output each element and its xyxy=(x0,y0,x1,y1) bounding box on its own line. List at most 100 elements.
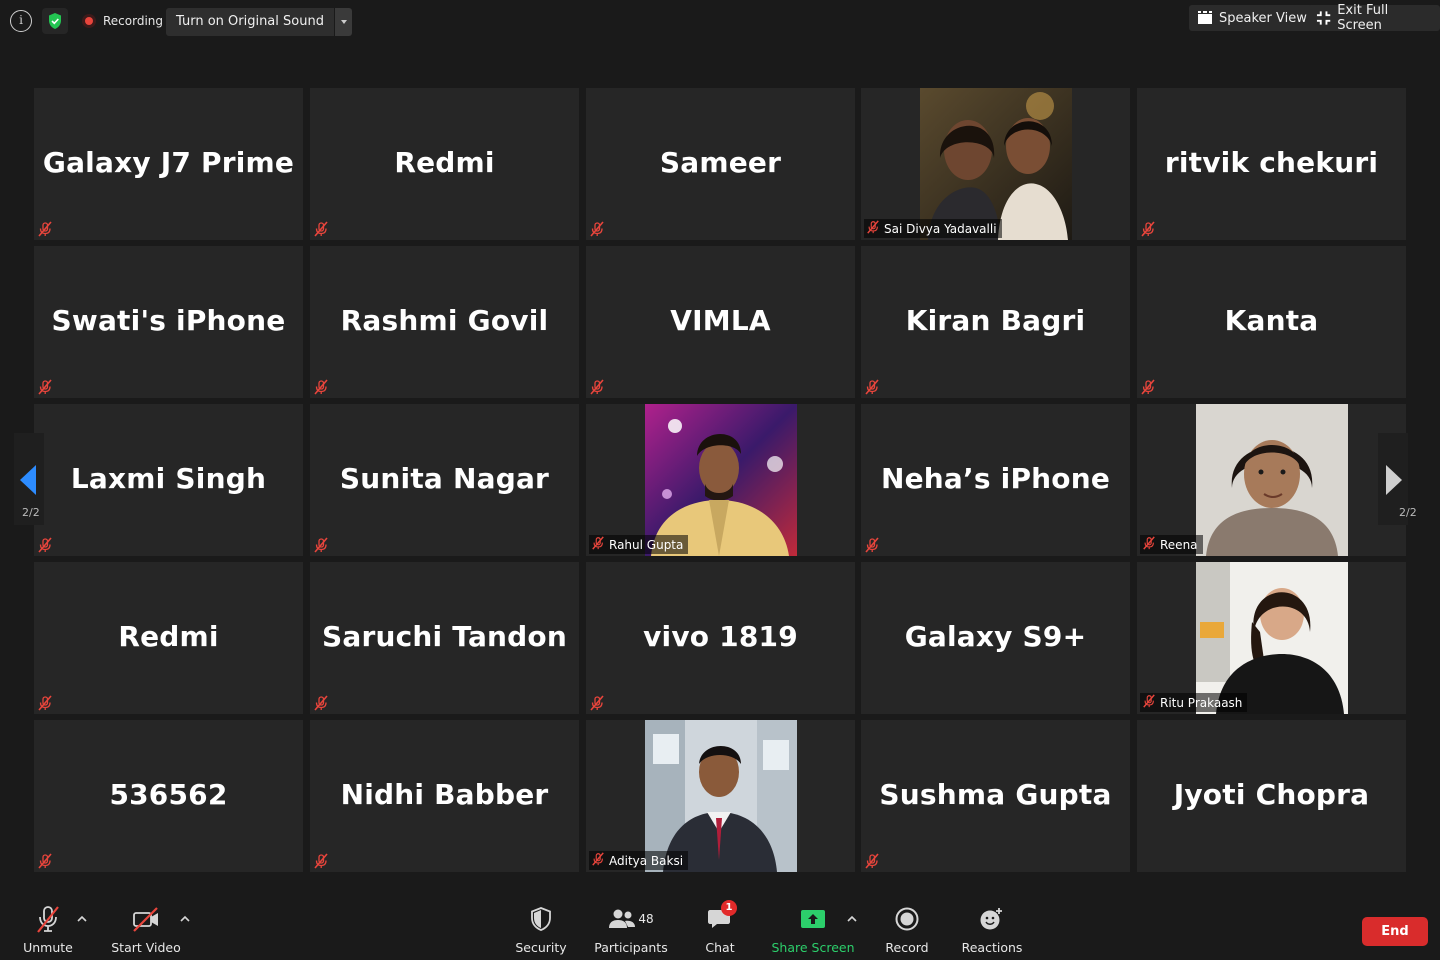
record-label: Record xyxy=(885,940,929,955)
muted-microphone-icon xyxy=(37,906,59,933)
participant-tile[interactable]: Reena xyxy=(1137,404,1406,556)
page-indicator-right: 2/2 xyxy=(1399,506,1417,519)
participants-label: Participants xyxy=(594,940,668,955)
unmute-label: Unmute xyxy=(23,940,73,955)
reactions-smiley-icon xyxy=(980,908,1002,930)
video-off-icon xyxy=(133,907,158,932)
participant-tile[interactable]: Kiran Bagri xyxy=(861,246,1130,398)
muted-mic-icon xyxy=(864,537,880,553)
muted-mic-icon xyxy=(313,537,329,553)
participant-tile[interactable]: Sameer xyxy=(586,88,855,240)
participant-name: 536562 xyxy=(109,778,228,811)
muted-mic-icon xyxy=(1140,221,1156,237)
muted-mic-icon xyxy=(37,537,53,553)
meeting-controls-toolbar: Unmute Start Video Security 48 Participa… xyxy=(0,896,1440,960)
chat-unread-badge: 1 xyxy=(721,900,737,916)
muted-mic-icon xyxy=(1140,379,1156,395)
exit-full-screen-icon xyxy=(1316,11,1331,25)
participant-tile[interactable]: Nidhi Babber xyxy=(310,720,579,872)
muted-mic-icon xyxy=(37,695,53,711)
muted-mic-icon xyxy=(864,853,880,869)
participant-video xyxy=(645,720,797,872)
security-button[interactable]: Security xyxy=(514,904,568,955)
participant-tile[interactable]: Kanta xyxy=(1137,246,1406,398)
participant-name: Redmi xyxy=(394,146,495,179)
muted-mic-icon xyxy=(864,379,880,395)
muted-mic-icon xyxy=(591,536,605,553)
participant-name: Ritu Prakaash xyxy=(1160,695,1243,710)
original-sound-dropdown-icon[interactable] xyxy=(333,8,352,36)
share-options-caret-icon[interactable] xyxy=(846,914,858,924)
muted-mic-icon xyxy=(1142,694,1156,711)
participant-name-caption: Sai Divya Yadavalli xyxy=(864,219,1002,238)
reactions-button[interactable]: Reactions xyxy=(960,904,1024,955)
start-video-label: Start Video xyxy=(111,940,181,955)
participant-tile[interactable]: Rashmi Govil xyxy=(310,246,579,398)
end-meeting-button[interactable]: End xyxy=(1362,917,1428,946)
participant-tile[interactable]: Jyoti Chopra xyxy=(1137,720,1406,872)
participant-tile[interactable]: Galaxy S9+ xyxy=(861,562,1130,714)
participant-name: Laxmi Singh xyxy=(70,462,267,495)
recording-dot-icon xyxy=(82,14,96,28)
participant-tile[interactable]: Sushma Gupta xyxy=(861,720,1130,872)
video-options-caret-icon[interactable] xyxy=(179,914,191,924)
participant-name: Neha’s iPhone xyxy=(880,462,1111,495)
reactions-label: Reactions xyxy=(961,940,1023,955)
security-label: Security xyxy=(515,940,567,955)
muted-mic-icon xyxy=(589,379,605,395)
participant-tile[interactable]: Redmi xyxy=(34,562,303,714)
participant-tile[interactable]: Sai Divya Yadavalli xyxy=(861,88,1130,240)
participant-name: Sameer xyxy=(659,146,782,179)
exit-full-screen-button[interactable]: Exit Full Screen xyxy=(1308,3,1440,33)
security-shield-icon xyxy=(531,907,551,931)
participant-video xyxy=(645,404,797,556)
participant-tile[interactable]: Galaxy J7 Prime xyxy=(34,88,303,240)
record-icon xyxy=(895,907,919,931)
record-button[interactable]: Record xyxy=(884,904,930,955)
page-indicator-left: 2/2 xyxy=(22,506,40,519)
audio-options-caret-icon[interactable] xyxy=(76,914,88,924)
participant-name: VIMLA xyxy=(670,304,771,337)
meeting-info-icon[interactable]: i xyxy=(10,10,32,32)
muted-mic-icon xyxy=(37,379,53,395)
muted-mic-icon xyxy=(313,221,329,237)
participant-name: Galaxy J7 Prime xyxy=(42,146,295,179)
participant-tile[interactable]: ritvik chekuri xyxy=(1137,88,1406,240)
encryption-shield-icon[interactable] xyxy=(42,8,68,34)
meeting-top-bar: i Recording Turn on Original Sound Speak… xyxy=(0,0,1440,44)
share-screen-button[interactable]: Share Screen xyxy=(771,904,855,955)
chat-button[interactable]: 1 Chat xyxy=(700,900,740,955)
participant-tile[interactable]: Laxmi Singh xyxy=(34,404,303,556)
participant-tile[interactable]: Swati's iPhone xyxy=(34,246,303,398)
participant-name-caption: Reena xyxy=(1140,535,1203,554)
muted-mic-icon xyxy=(591,852,605,869)
participants-button[interactable]: 48 Participants xyxy=(594,904,668,955)
muted-mic-icon xyxy=(37,853,53,869)
participant-name-caption: Aditya Baksi xyxy=(589,851,689,870)
participant-tile[interactable]: Rahul Gupta xyxy=(586,404,855,556)
muted-mic-icon xyxy=(37,221,53,237)
participant-tile[interactable]: 536562 xyxy=(34,720,303,872)
participant-tile[interactable]: Redmi xyxy=(310,88,579,240)
start-video-button[interactable]: Start Video xyxy=(111,904,181,955)
participant-name: vivo 1819 xyxy=(643,620,798,653)
participant-tile[interactable]: Saruchi Tandon xyxy=(310,562,579,714)
participant-name: Sushma Gupta xyxy=(879,778,1112,811)
participant-name: Aditya Baksi xyxy=(609,853,684,868)
participant-name-caption: Ritu Prakaash xyxy=(1140,693,1248,712)
participant-tile[interactable]: Aditya Baksi xyxy=(586,720,855,872)
participant-tile[interactable]: vivo 1819 xyxy=(586,562,855,714)
speaker-view-button[interactable]: Speaker View xyxy=(1189,5,1315,31)
participant-tile[interactable]: VIMLA xyxy=(586,246,855,398)
original-sound-button[interactable]: Turn on Original Sound xyxy=(166,8,334,36)
speaker-view-label: Speaker View xyxy=(1219,10,1307,26)
unmute-button[interactable]: Unmute xyxy=(20,904,76,955)
participant-name: Sai Divya Yadavalli xyxy=(884,221,997,236)
participant-tile[interactable]: Neha’s iPhone xyxy=(861,404,1130,556)
participant-tile[interactable]: Sunita Nagar xyxy=(310,404,579,556)
participants-icon xyxy=(609,909,636,928)
muted-mic-icon xyxy=(866,220,880,237)
recording-label: Recording xyxy=(103,14,164,28)
participant-tile[interactable]: Ritu Prakaash xyxy=(1137,562,1406,714)
recording-indicator[interactable]: Recording xyxy=(76,9,169,33)
